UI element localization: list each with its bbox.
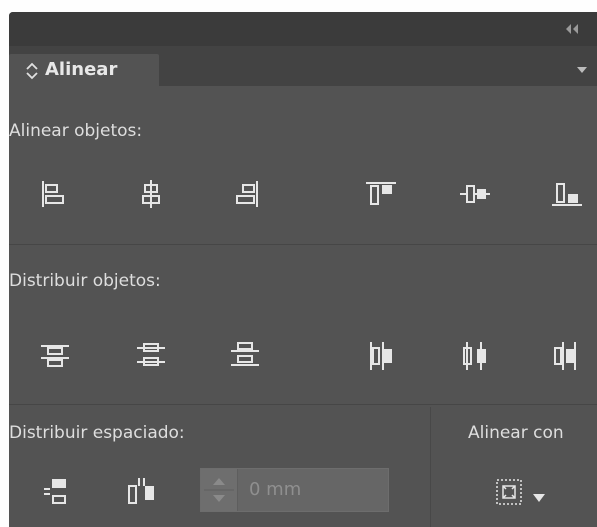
align-to-label: Alinear con [468,423,564,443]
distribute-top-edges-icon[interactable] [37,338,73,374]
stepper-arrows[interactable] [201,469,238,511]
section-vertical-divider [430,407,431,527]
distribute-spacing-label: Distribuir espaciado: [9,423,185,443]
distribute-right-edges-icon[interactable] [549,338,585,374]
align-objects-label: Alinear objetos: [9,121,143,141]
distribute-objects-label: Distribuir objetos: [9,271,161,291]
distribute-left-edges-icon[interactable] [363,338,399,374]
align-panel: Alinear Alinear objetos: Distribuir obje… [9,12,597,527]
distribute-horizontal-centers-icon[interactable] [457,338,493,374]
align-horizontal-centers-icon[interactable] [133,176,169,212]
tab-bar: Alinear [9,46,597,86]
tab-align[interactable]: Alinear [9,54,159,86]
align-right-edges-icon[interactable] [227,176,263,212]
align-vertical-centers-icon[interactable] [457,176,493,212]
spacing-stepper[interactable]: 0 mm [200,468,389,512]
double-chevron-left-icon[interactable] [561,21,583,37]
distribute-vertical-space-icon[interactable] [39,474,75,510]
align-bottom-edges-icon[interactable] [549,176,585,212]
spacing-value: 0 mm [249,479,302,500]
section-divider [9,404,597,405]
chevron-down-icon[interactable] [532,488,546,502]
panel-menu-icon[interactable] [575,62,589,76]
distribute-horizontal-space-icon[interactable] [123,474,159,510]
tab-label: Alinear [45,59,118,80]
panel-titlebar [9,12,597,46]
align-top-edges-icon[interactable] [363,176,399,212]
up-down-arrows-icon[interactable] [25,62,39,80]
distribute-vertical-centers-icon[interactable] [133,338,169,374]
distribute-bottom-edges-icon[interactable] [227,338,263,374]
align-left-edges-icon[interactable] [37,176,73,212]
section-divider [9,244,597,245]
align-to-selection-icon[interactable] [493,474,529,510]
